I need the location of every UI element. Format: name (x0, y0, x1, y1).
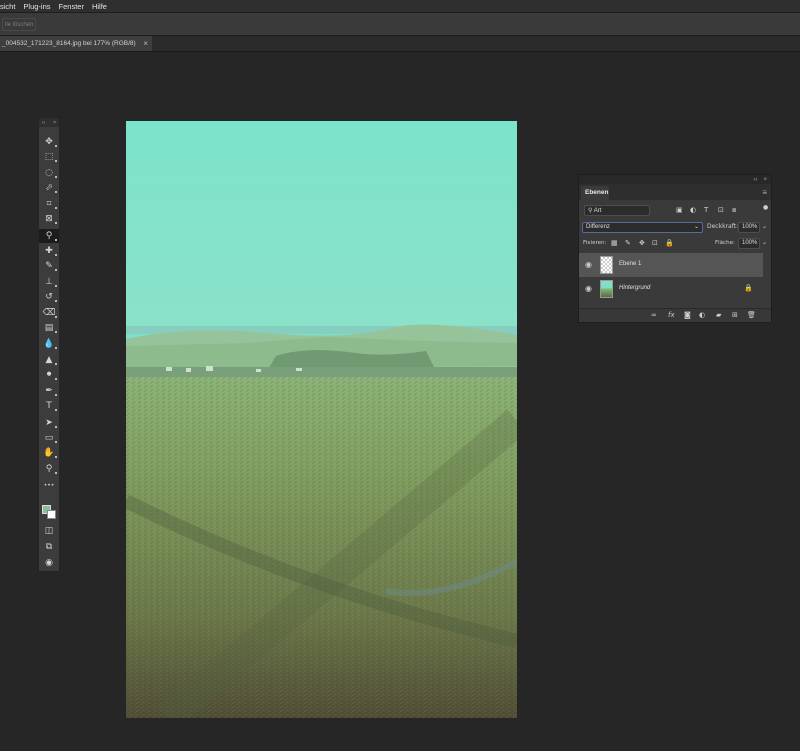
quick-mask-icon[interactable]: ◫ (39, 524, 59, 538)
opacity-input[interactable]: 100% (738, 222, 760, 233)
generative-icon[interactable]: ◉ (39, 556, 59, 570)
toolbox: ‹‹ × ✥ ⬚ ◌ ⬀ ⌗ ⊠ ⚲ ✚ ✎ ⊥ ↺ ⌫ ▤ 💧 ▲ ⚫ ✒ T ➤ ▭ ✋ ⚲ ••• ◫ ⧉ ◉ (38, 117, 60, 572)
close-icon[interactable]: × (143, 36, 148, 51)
layers-bottom-bar: ∞ fx ◙ ◐ ▰ ⊞ 🗑 (579, 308, 771, 322)
search-icon: ⚲ (588, 207, 593, 214)
close-icon[interactable]: × (53, 120, 56, 126)
clone-stamp-tool-icon[interactable]: ⊥ (39, 275, 59, 289)
clear-all-button[interactable]: lle löschen (2, 18, 36, 31)
fill-input[interactable]: 100% (738, 238, 760, 249)
healing-brush-tool-icon[interactable]: ✚ (39, 244, 59, 258)
pen-tool-icon[interactable]: ✒ (39, 384, 59, 398)
sharpen-tool-icon[interactable]: ▲ (39, 353, 59, 367)
filter-toggle-icon[interactable]: ● (763, 204, 768, 211)
layer-name[interactable]: Hintergrund (619, 285, 650, 291)
layer-filter-select[interactable]: ⚲ Art (584, 205, 650, 216)
fill-label: Fläche: (715, 240, 735, 246)
eyedropper-tool-icon[interactable]: ⚲ (39, 228, 59, 243)
move-tool-icon[interactable]: ✥ (39, 135, 59, 149)
folder-icon[interactable]: ▰ (716, 311, 721, 319)
lock-image-icon[interactable]: ✎ (625, 239, 631, 247)
adjustment-icon[interactable]: ◐ (699, 311, 705, 319)
layers-panel: ‹‹ × Ebenen ≡ ⚲ Art ▣ ◐ T ⊡ ⧈ ● Differen… (578, 174, 772, 323)
visibility-eye-icon[interactable]: ◉ (585, 284, 592, 293)
document-tab-title: _004532_171223_8164.jpg bei 177% (RGB/8) (2, 40, 136, 47)
path-select-tool-icon[interactable]: ➤ (39, 416, 59, 430)
panel-tabs: Ebenen ≡ (579, 184, 771, 200)
panel-topstrip: ‹‹ × (579, 175, 771, 184)
menu-plugins[interactable]: Plug-ins (23, 2, 50, 11)
opacity-label: Deckkraft: (707, 223, 739, 230)
layer-name[interactable]: Ebene 1 (619, 261, 641, 267)
zoom-tool-icon[interactable]: ⚲ (39, 462, 59, 476)
dodge-tool-icon[interactable]: ⚫ (39, 368, 59, 382)
lasso-tool-icon[interactable]: ◌ (39, 166, 59, 180)
layer-thumbnail (600, 280, 613, 298)
fill-dropdown-icon[interactable]: ⌄ (762, 239, 767, 246)
background-color-swatch[interactable] (47, 510, 56, 519)
history-brush-tool-icon[interactable]: ↺ (39, 290, 59, 304)
collapse-icon[interactable]: ‹‹ (42, 120, 45, 126)
hand-tool-icon[interactable]: ✋ (39, 446, 59, 460)
lock-all-icon[interactable]: 🔒 (665, 239, 674, 247)
lock-transparent-icon[interactable]: ▦ (611, 239, 618, 247)
blend-mode-select[interactable]: Differenz ⌄ (582, 222, 703, 233)
layer-thumbnail (600, 256, 613, 274)
options-bar: lle löschen (0, 12, 800, 36)
landscape-photo (126, 121, 517, 718)
menu-view[interactable]: sicht (0, 2, 15, 11)
gradient-tool-icon[interactable]: ▤ (39, 321, 59, 335)
menu-help[interactable]: Hilfe (92, 2, 107, 11)
marquee-tool-icon[interactable]: ⬚ (39, 150, 59, 164)
blend-mode-value: Differenz (586, 224, 610, 230)
shape-filter-icon[interactable]: ⊡ (718, 206, 724, 214)
panel-menu-icon[interactable]: ≡ (762, 188, 767, 197)
type-filter-icon[interactable]: T (704, 206, 708, 214)
quick-select-tool-icon[interactable]: ⬀ (39, 181, 59, 195)
layer-row[interactable]: ◉ Ebene 1 (579, 253, 763, 277)
image-filter-icon[interactable]: ▣ (676, 206, 683, 214)
trash-icon[interactable]: 🗑 (747, 311, 756, 319)
lock-icon: 🔒 (744, 285, 753, 292)
lock-label: Fixieren: (583, 240, 607, 246)
brush-tool-icon[interactable]: ✎ (39, 259, 59, 273)
menu-bar: sicht Plug-ins Fenster Hilfe (0, 0, 800, 12)
lock-position-icon[interactable]: ✥ (639, 239, 645, 247)
new-layer-icon[interactable]: ⊞ (732, 311, 738, 319)
frame-tool-icon[interactable]: ⊠ (39, 212, 59, 226)
close-icon[interactable]: × (763, 177, 767, 183)
toolbox-header: ‹‹ × (39, 118, 59, 127)
link-icon[interactable]: ∞ (651, 311, 657, 319)
blur-tool-icon[interactable]: 💧 (39, 337, 59, 351)
chevron-down-icon: ⌄ (693, 224, 699, 230)
mask-icon[interactable]: ◙ (684, 311, 691, 319)
mores[interactable]: ••• (39, 478, 59, 492)
collapse-icon[interactable]: ‹‹ (753, 177, 757, 183)
fx-icon[interactable]: fx (668, 311, 675, 319)
visibility-eye-icon[interactable]: ◉ (585, 260, 592, 269)
tab-layers[interactable]: Ebenen (581, 186, 609, 200)
eraser-tool-icon[interactable]: ⌫ (39, 306, 59, 320)
menu-window[interactable]: Fenster (59, 2, 84, 11)
screen-mode-icon[interactable]: ⧉ (39, 540, 59, 554)
rectangle-tool-icon[interactable]: ▭ (39, 431, 59, 445)
opacity-dropdown-icon[interactable]: ⌄ (762, 223, 767, 230)
layer-filter-value: Art (593, 208, 602, 214)
document-tab[interactable]: _004532_171223_8164.jpg bei 177% (RGB/8)… (0, 36, 152, 51)
layer-row[interactable]: ◉ Hintergrund 🔒 (579, 277, 763, 301)
type-tool-icon[interactable]: T (39, 399, 59, 413)
lock-artboard-icon[interactable]: ⊡ (652, 239, 658, 247)
smart-object-filter-icon[interactable]: ⧈ (732, 206, 736, 215)
document-canvas[interactable] (126, 121, 517, 718)
adjustment-filter-icon[interactable]: ◐ (690, 206, 696, 214)
crop-tool-icon[interactable]: ⌗ (39, 197, 59, 211)
document-tab-bar: _004532_171223_8164.jpg bei 177% (RGB/8)… (0, 36, 800, 52)
